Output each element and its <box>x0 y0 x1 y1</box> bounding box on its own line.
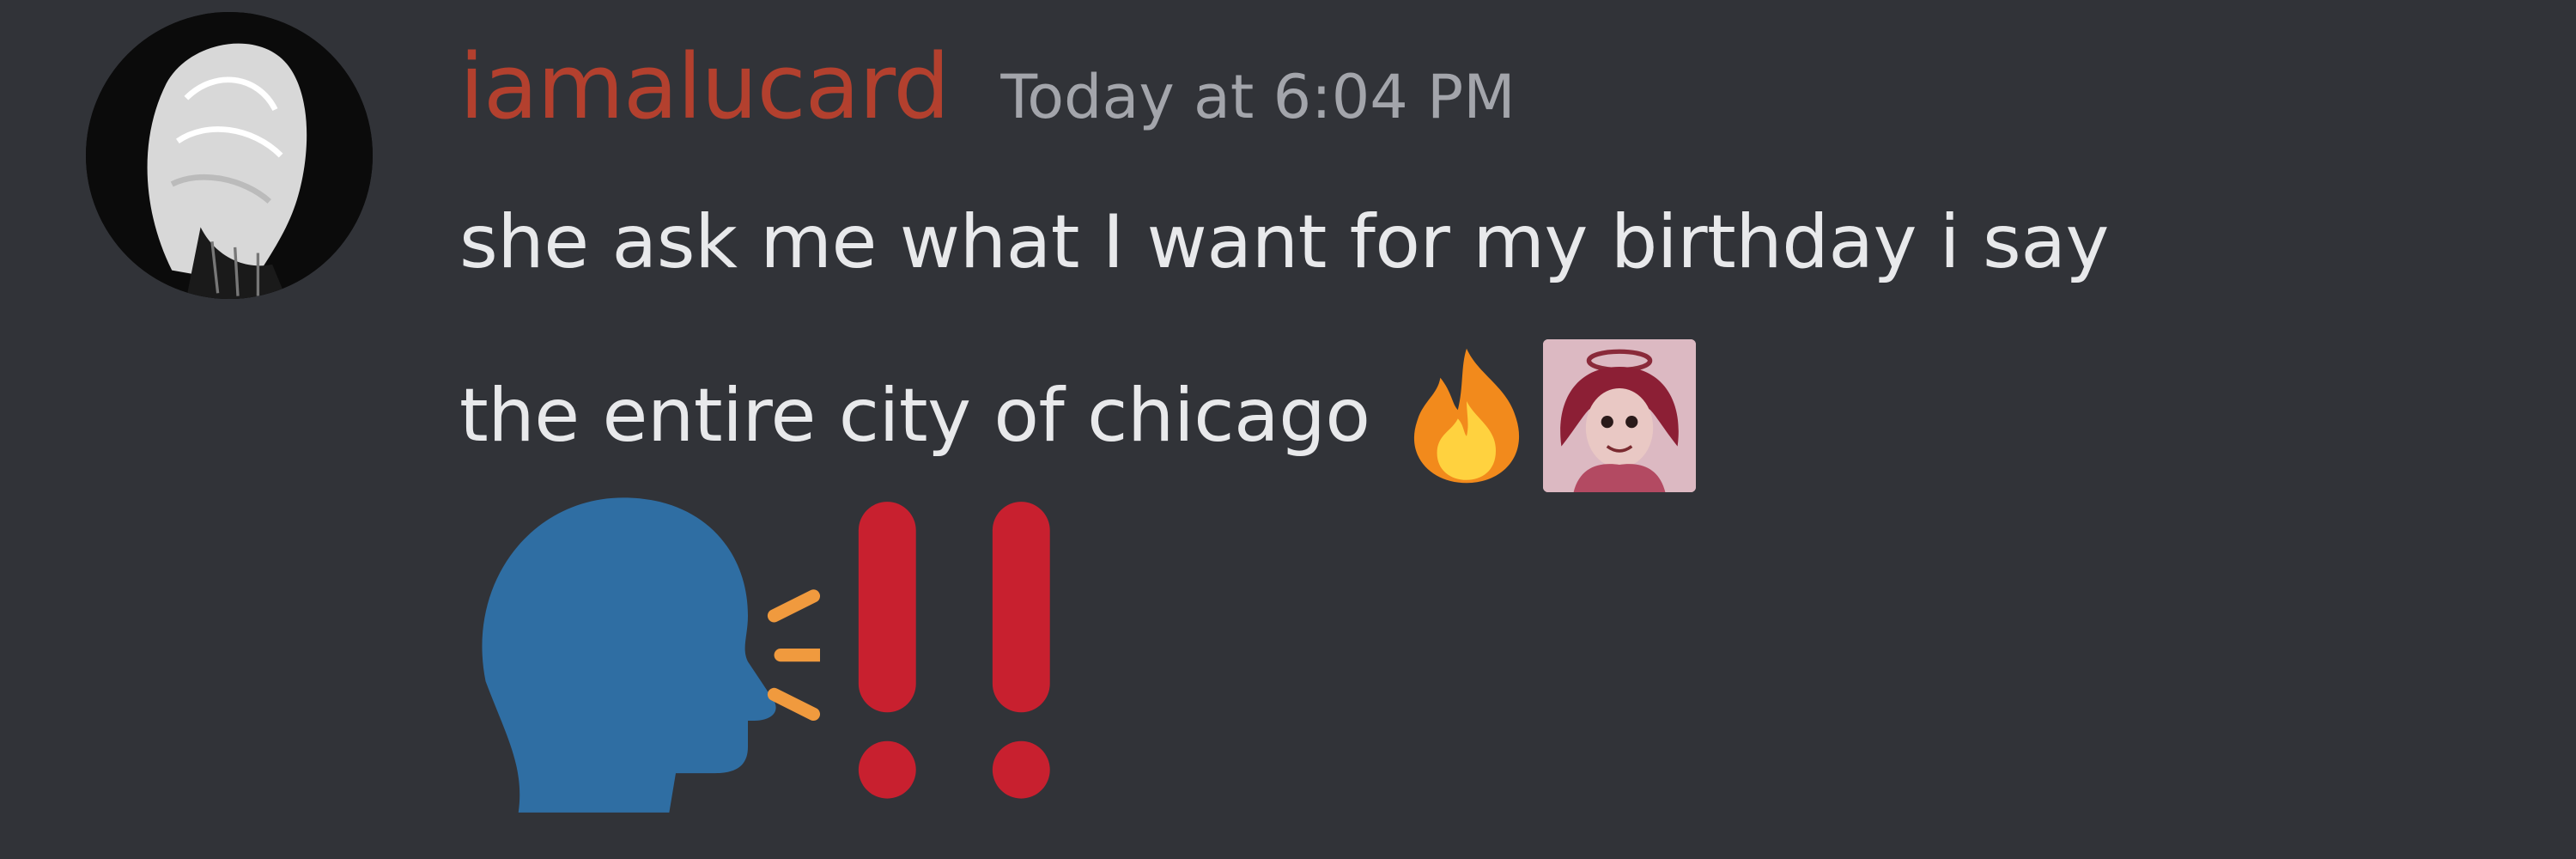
double-exclamation-emoji-icon[interactable] <box>846 481 1069 816</box>
message-header: iamalucard Today at 6:04 PM <box>459 34 1516 139</box>
message-text-line-2-row: the entire city of chicago <box>459 339 1697 492</box>
fire-emoji-icon[interactable] <box>1394 343 1540 489</box>
custom-character-emoji-icon[interactable] <box>1543 339 1697 492</box>
chat-message: iamalucard Today at 6:04 PM she ask me w… <box>0 0 2576 859</box>
timestamp[interactable]: Today at 6:04 PM <box>1000 62 1515 132</box>
speaking-head-emoji-icon[interactable] <box>459 481 820 816</box>
user-avatar[interactable] <box>86 12 373 299</box>
avatar-image <box>86 12 373 299</box>
message-text-line-2: the entire city of chicago <box>459 373 1370 459</box>
username[interactable]: iamalucard <box>459 34 950 139</box>
message-text-line-1: she ask me what I want for my birthday i… <box>459 199 2109 285</box>
large-emoji-row <box>459 481 1069 816</box>
